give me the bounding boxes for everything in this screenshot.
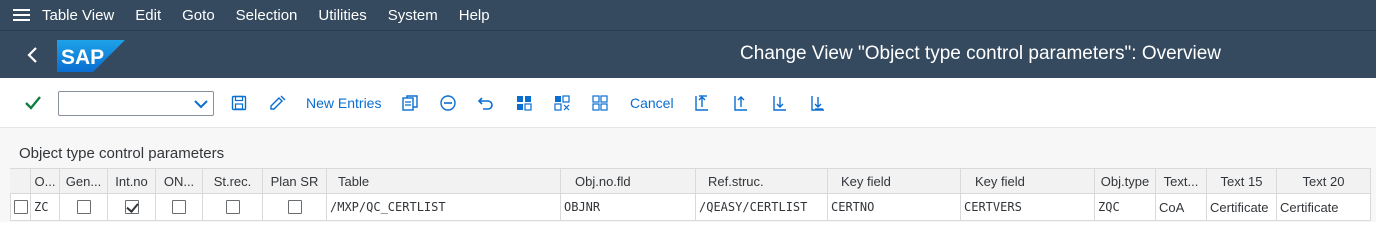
menu-goto[interactable]: Goto [182, 7, 215, 24]
cell-obj-no-fld[interactable]: OBJNR [561, 194, 696, 221]
cell-text-20[interactable]: Certificate [1277, 194, 1371, 221]
int-no-checkbox[interactable] [124, 200, 139, 214]
column-header-o[interactable]: O... [31, 168, 60, 194]
back-arrow-icon[interactable] [18, 41, 46, 69]
column-header-key-field-1[interactable]: Key field [828, 168, 961, 194]
column-header-table[interactable]: Table [327, 168, 561, 194]
cell-plan-sr[interactable] [263, 194, 327, 221]
cell-gen[interactable] [60, 194, 108, 221]
column-header-ref-struc[interactable]: Ref.struc. [696, 168, 828, 194]
copy-icon[interactable] [400, 92, 420, 114]
cell-obj-type[interactable]: ZQC [1095, 194, 1156, 221]
row-select-checkbox[interactable] [13, 200, 28, 214]
select-all-rows-cell[interactable] [10, 168, 31, 194]
select-block-icon[interactable] [552, 92, 572, 114]
st-rec-checkbox[interactable] [225, 200, 240, 214]
command-field-dropdown[interactable] [58, 91, 214, 116]
check-icon[interactable] [24, 92, 42, 114]
column-header-int-no[interactable]: Int.no [108, 168, 156, 194]
cell-ref-struc[interactable]: /QEASY/CERTLIST [696, 194, 828, 221]
on-checkbox[interactable] [172, 200, 186, 214]
cell-int-no[interactable] [108, 194, 156, 221]
deselect-all-icon[interactable] [590, 92, 610, 114]
column-header-obj-no-fld[interactable]: Obj.no.fld [561, 168, 696, 194]
cancel-button[interactable]: Cancel [630, 92, 674, 114]
new-entries-button[interactable]: New Entries [306, 92, 381, 114]
menu-bar: Table View Edit Goto Selection Utilities… [0, 0, 1376, 30]
cell-key-field-1[interactable]: CERTNO [828, 194, 961, 221]
menu-system[interactable]: System [388, 7, 438, 24]
column-header-text-15[interactable]: Text 15 [1207, 168, 1277, 194]
cell-text-15[interactable]: Certificate [1207, 194, 1277, 221]
sap-logo: SAP [57, 40, 125, 72]
column-header-key-field-2[interactable]: Key field [961, 168, 1095, 194]
column-header-gen[interactable]: Gen... [60, 168, 108, 194]
column-header-plan-sr[interactable]: Plan SR [263, 168, 327, 194]
table-title: Object type control parameters [19, 145, 225, 162]
column-header-st-rec[interactable]: St.rec. [203, 168, 263, 194]
column-header-text-short[interactable]: Text... [1156, 168, 1207, 194]
cell-st-rec[interactable] [203, 194, 263, 221]
chevron-down-icon [194, 100, 208, 109]
next-page-icon[interactable] [770, 92, 790, 114]
previous-page-icon[interactable] [731, 92, 751, 114]
row-selector[interactable] [10, 194, 31, 221]
select-all-icon[interactable] [514, 92, 534, 114]
cell-o[interactable]: ZC [31, 194, 60, 221]
cell-key-field-2[interactable]: CERTVERS [961, 194, 1095, 221]
cell-on[interactable] [156, 194, 203, 221]
cell-text-short[interactable]: CoA [1156, 194, 1207, 221]
column-header-obj-type[interactable]: Obj.type [1095, 168, 1156, 194]
undo-icon[interactable] [476, 92, 496, 114]
menu-utilities[interactable]: Utilities [318, 7, 366, 24]
first-page-icon[interactable] [692, 92, 712, 114]
delete-icon[interactable] [438, 92, 458, 114]
menu-selection[interactable]: Selection [236, 7, 298, 24]
column-header-text-20[interactable]: Text 20 [1277, 168, 1371, 194]
application-toolbar: New Entries Cancel [0, 78, 1376, 128]
last-page-icon[interactable] [808, 92, 828, 114]
save-icon[interactable] [230, 92, 248, 114]
hamburger-menu-icon[interactable] [0, 0, 42, 30]
column-header-on[interactable]: ON... [156, 168, 203, 194]
display-change-icon[interactable] [268, 92, 288, 114]
cell-table[interactable]: /MXP/QC_CERTLIST [327, 194, 561, 221]
menu-help[interactable]: Help [459, 7, 490, 24]
gen-checkbox[interactable] [76, 200, 91, 214]
sap-logo-text: SAP [61, 46, 104, 69]
plan-sr-checkbox[interactable] [287, 200, 302, 214]
table-section: Object type control parameters O... Gen.… [0, 128, 1376, 222]
title-bar: SAP Change View "Object type control par… [0, 30, 1376, 78]
menu-table-view[interactable]: Table View [42, 7, 114, 24]
page-title: Change View "Object type control paramet… [740, 43, 1221, 64]
menu-edit[interactable]: Edit [135, 7, 161, 24]
